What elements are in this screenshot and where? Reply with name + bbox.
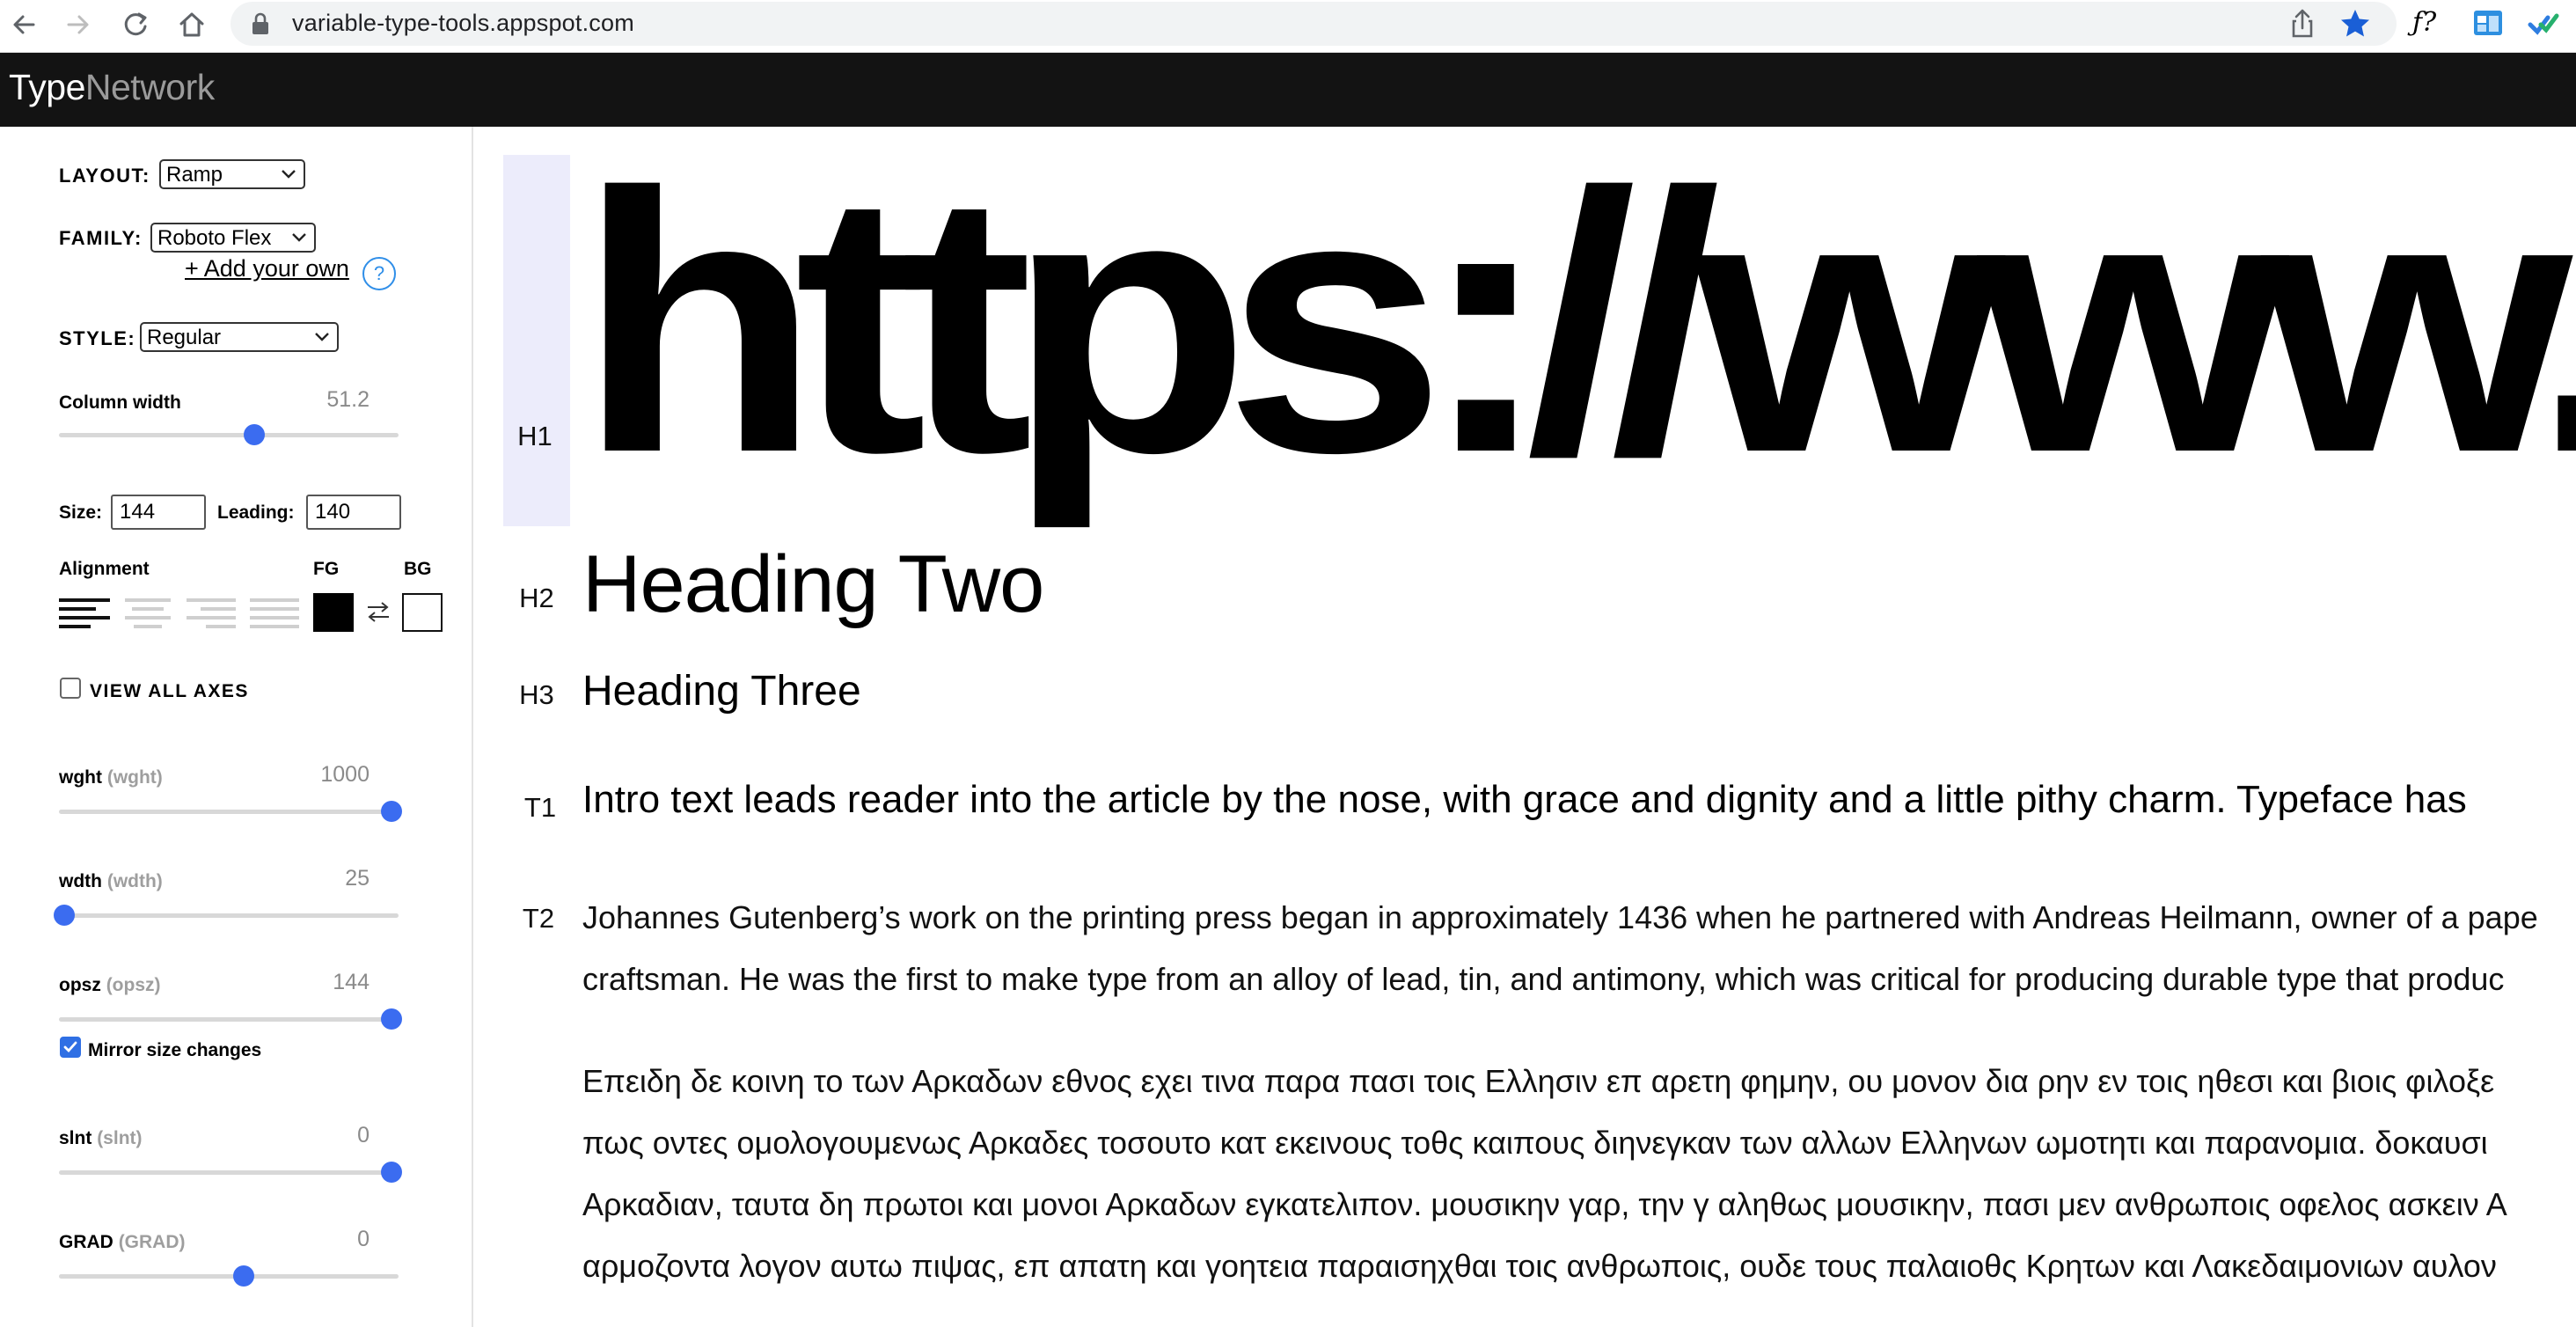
style-select-value: Regular xyxy=(147,326,222,349)
t2-sample-line[interactable]: αρμοζοντα λογον αυτω πιψας, επ απατη και… xyxy=(582,1248,2497,1285)
brand-logo[interactable]: TypeNetwork xyxy=(9,67,215,108)
brand-part-network: Network xyxy=(84,67,215,107)
t1-sample-text[interactable]: Intro text leads reader into the article… xyxy=(582,778,2467,822)
h1-tag: H1 xyxy=(517,421,553,451)
chevron-down-icon xyxy=(292,233,306,242)
type-preview-area: H1 https://www.fon H2 Heading Two H3 Hea… xyxy=(473,127,2576,1327)
axis-value: 1000 xyxy=(320,762,370,787)
brand-part-type: Type xyxy=(9,67,85,107)
size-input[interactable]: 144 xyxy=(111,495,206,530)
axis-thumb[interactable] xyxy=(380,1008,402,1030)
layout-select-value: Ramp xyxy=(166,163,223,187)
back-icon[interactable] xyxy=(7,7,42,42)
family-select-value: Roboto Flex xyxy=(157,226,272,250)
chevron-down-icon xyxy=(282,170,296,179)
t2-sample-line[interactable]: Επειδη δε κοινη το των Αρκαδων εθνος εχε… xyxy=(582,1063,2494,1100)
t2-tag: T2 xyxy=(522,903,555,934)
bg-color-swatch[interactable] xyxy=(402,593,443,632)
add-your-own-link[interactable]: + Add your own xyxy=(185,255,349,282)
alignment-label: Alignment xyxy=(59,559,150,579)
axis-value: 144 xyxy=(333,970,370,994)
column-width-track[interactable] xyxy=(59,433,399,437)
h3-tag: H3 xyxy=(519,679,554,710)
address-bar[interactable]: variable-type-tools.appspot.com xyxy=(231,2,2397,46)
t1-tag: T1 xyxy=(523,792,557,823)
axis-value: 0 xyxy=(357,1123,370,1147)
align-right-icon[interactable] xyxy=(185,595,238,630)
axis-value: 0 xyxy=(357,1227,370,1251)
style-select[interactable]: Regular xyxy=(140,322,339,352)
axis-value: 25 xyxy=(345,866,370,891)
axis-thumb[interactable] xyxy=(380,801,402,822)
column-width-value: 51.2 xyxy=(326,387,370,412)
axis-track[interactable] xyxy=(59,1017,399,1022)
lock-icon xyxy=(252,12,268,34)
align-left-icon[interactable] xyxy=(59,595,112,630)
reload-icon[interactable] xyxy=(118,7,153,42)
axis-label: GRAD (GRAD) xyxy=(59,1232,186,1252)
axis-label: opsz (opsz) xyxy=(59,975,161,995)
axis-track[interactable] xyxy=(59,810,399,814)
font-extension-icon[interactable]: ƒ? xyxy=(2412,5,2448,40)
h2-sample-text[interactable]: Heading Two xyxy=(582,539,1044,631)
axis-thumb[interactable] xyxy=(233,1265,255,1287)
layout-select[interactable]: Ramp xyxy=(159,159,305,189)
t2-sample-line[interactable]: πως οντες ομολογουμενως Αρκαδες τοσουτο … xyxy=(582,1125,2488,1162)
checkmark-icon xyxy=(63,1041,77,1053)
axis-thumb[interactable] xyxy=(54,905,75,926)
column-width-label: Column width xyxy=(59,392,181,413)
view-all-axes-label: VIEW ALL AXES xyxy=(90,681,249,701)
mirror-size-checkbox[interactable] xyxy=(60,1037,81,1058)
t2-sample-line[interactable]: craftsman. He was the first to make type… xyxy=(582,961,2504,998)
align-center-icon[interactable] xyxy=(121,595,174,630)
family-select[interactable]: Roboto Flex xyxy=(150,223,316,253)
fg-color-swatch[interactable] xyxy=(313,593,354,632)
layout-label: LAYOUT: xyxy=(59,165,150,187)
column-width-thumb[interactable] xyxy=(243,424,265,445)
size-label: Size: xyxy=(59,502,103,523)
url-text[interactable]: variable-type-tools.appspot.com xyxy=(292,10,634,37)
site-header: TypeNetwork xyxy=(0,53,2576,127)
align-justify-icon[interactable] xyxy=(248,595,301,630)
swap-colors-icon[interactable] xyxy=(364,598,392,625)
h2-tag: H2 xyxy=(519,583,554,613)
t2-sample-line[interactable]: Αρκαδιαν, ταυτα δη πρωτοι και μονοι Αρκα… xyxy=(582,1186,2507,1223)
share-icon[interactable] xyxy=(2286,7,2319,40)
forward-icon[interactable] xyxy=(60,7,95,42)
axis-track[interactable] xyxy=(59,1170,399,1175)
layout-extension-icon[interactable] xyxy=(2470,5,2506,40)
axis-track[interactable] xyxy=(59,1274,399,1279)
h1-row-highlight xyxy=(503,155,570,526)
t2-sample-line[interactable]: Johannes Gutenberg’s work on the printin… xyxy=(582,899,2538,936)
axis-label: wght (wght) xyxy=(59,767,163,788)
axis-label: slnt (slnt) xyxy=(59,1128,143,1148)
check-extension-icon[interactable] xyxy=(2525,5,2560,40)
fg-label: FG xyxy=(313,559,340,579)
axis-thumb[interactable] xyxy=(380,1162,402,1183)
h1-sample-text[interactable]: https://www.fon xyxy=(577,139,2576,509)
mirror-size-label: Mirror size changes xyxy=(88,1040,262,1060)
bg-label: BG xyxy=(404,559,432,579)
chevron-down-icon xyxy=(315,333,329,341)
browser-toolbar: variable-type-tools.appspot.com ƒ? xyxy=(0,0,2576,53)
controls-sidebar: LAYOUT: Ramp FAMILY: Roboto Flex + Add y… xyxy=(0,127,473,1327)
family-label: FAMILY: xyxy=(59,227,143,249)
help-icon[interactable]: ? xyxy=(362,257,396,290)
leading-input[interactable]: 140 xyxy=(306,495,401,530)
axis-track[interactable] xyxy=(59,913,399,918)
h3-sample-text[interactable]: Heading Three xyxy=(582,667,861,715)
home-icon[interactable] xyxy=(174,7,209,42)
leading-label: Leading: xyxy=(217,502,295,523)
bookmark-star-icon[interactable] xyxy=(2338,7,2372,40)
axis-label: wdth (wdth) xyxy=(59,871,163,891)
view-all-axes-checkbox[interactable] xyxy=(60,678,81,699)
style-label: STYLE: xyxy=(59,327,136,349)
